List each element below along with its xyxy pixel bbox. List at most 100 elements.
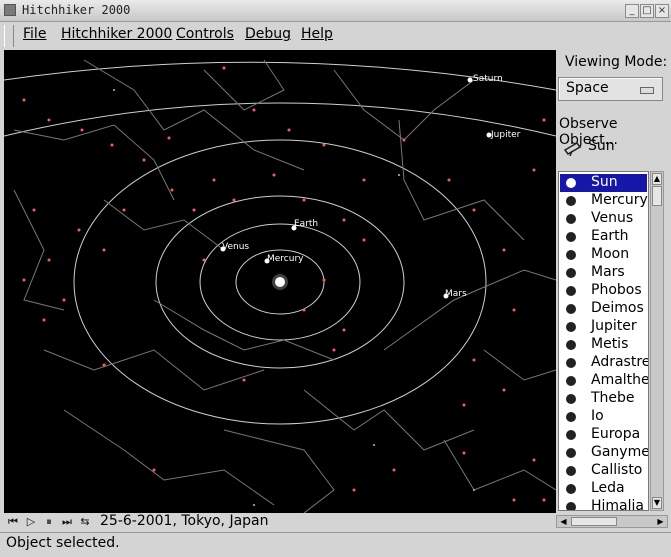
scroll-right-arrow-icon[interactable]: ▶ bbox=[655, 517, 666, 526]
maximize-button[interactable]: □ bbox=[640, 4, 654, 18]
planet-bullet-icon bbox=[566, 214, 576, 224]
observe-object-value: Sun bbox=[588, 138, 615, 154]
list-item-label: Himalia bbox=[591, 498, 644, 511]
time-scrollbar-thumb[interactable] bbox=[571, 517, 617, 526]
label-venus: Venus bbox=[222, 242, 249, 252]
planet-bullet-icon bbox=[566, 502, 576, 510]
list-item[interactable]: Sun bbox=[560, 174, 647, 192]
list-item[interactable]: Metis bbox=[560, 336, 647, 354]
list-item-label: Earth bbox=[591, 228, 629, 244]
list-item[interactable]: Mars bbox=[560, 264, 647, 282]
planet-bullet-icon bbox=[566, 340, 576, 350]
planet-bullet-icon bbox=[566, 232, 576, 242]
label-earth: Earth bbox=[294, 219, 318, 229]
play-icon[interactable]: ▷ bbox=[24, 515, 38, 529]
object-list[interactable]: Sun Mercury Venus Earth Moon Mars Phobos Deimos… bbox=[558, 171, 649, 511]
skip-forward-icon[interactable]: ⏭ bbox=[60, 515, 74, 529]
menubar-grip bbox=[4, 25, 14, 47]
list-item[interactable]: Himalia bbox=[560, 498, 647, 511]
object-list-scrollbar[interactable]: ▲ ▼ bbox=[650, 171, 664, 511]
menu-file[interactable]: File bbox=[23, 26, 46, 42]
skip-back-icon[interactable]: ⏮ bbox=[6, 515, 20, 529]
list-item-label: Mars bbox=[591, 264, 625, 280]
reverse-icon[interactable]: ⇆ bbox=[78, 515, 92, 529]
list-item[interactable]: Deimos bbox=[560, 300, 647, 318]
close-button[interactable]: × bbox=[655, 4, 669, 18]
date-location: 25-6-2001, Tokyo, Japan bbox=[100, 513, 269, 529]
title-bar: Hitchhiker 2000 _ □ × bbox=[0, 0, 671, 22]
menu-help[interactable]: Help bbox=[301, 26, 333, 42]
list-item[interactable]: Amalthea bbox=[560, 372, 649, 390]
list-item-label: Callisto bbox=[591, 462, 643, 478]
planet-bullet-icon bbox=[566, 304, 576, 314]
list-item-label: Deimos bbox=[591, 300, 644, 316]
planet-bullet-icon bbox=[566, 430, 576, 440]
list-item[interactable]: Adrastrea bbox=[560, 354, 648, 372]
window-title: Hitchhiker 2000 bbox=[22, 3, 131, 17]
label-mercury: Mercury bbox=[267, 254, 304, 264]
list-item-label: Thebe bbox=[591, 390, 635, 406]
planet-bullet-icon bbox=[566, 376, 576, 386]
list-item-label: Venus bbox=[591, 210, 634, 226]
scroll-left-arrow-icon[interactable]: ◀ bbox=[558, 517, 569, 526]
list-item[interactable]: Earth bbox=[560, 228, 647, 246]
list-item[interactable]: Callisto bbox=[560, 462, 647, 480]
planet-bullet-icon bbox=[566, 196, 576, 206]
viewing-mode-select[interactable]: Space bbox=[558, 77, 663, 101]
option-menu-indicator-icon bbox=[640, 87, 654, 94]
minimize-button[interactable]: _ bbox=[625, 4, 639, 18]
orbit-jupiter bbox=[4, 102, 556, 137]
list-item[interactable]: Thebe bbox=[560, 390, 647, 408]
planet-bullet-icon bbox=[566, 412, 576, 422]
status-text: Object selected. bbox=[6, 535, 120, 551]
list-item[interactable]: Io bbox=[560, 408, 647, 426]
planet-bullet-icon bbox=[566, 268, 576, 278]
menu-bar: File Hitchhiker 2000 Controls Debug Help bbox=[0, 22, 671, 50]
star-map[interactable]: Saturn Jupiter Earth Venus Mercury Mars bbox=[4, 50, 556, 513]
side-panel: Viewing Mode: Space Observe Object... Su… bbox=[557, 50, 671, 513]
list-item[interactable]: Jupiter bbox=[560, 318, 647, 336]
planet-bullet-icon bbox=[566, 250, 576, 260]
time-bar: ⏮ ▷ ⏸ ⏭ ⇆ 25-6-2001, Tokyo, Japan ◀ ▶ bbox=[0, 513, 671, 532]
list-item[interactable]: Venus bbox=[560, 210, 647, 228]
saturn-marker bbox=[467, 77, 473, 83]
pause-icon[interactable]: ⏸ bbox=[42, 515, 56, 529]
list-item[interactable]: Moon bbox=[560, 246, 647, 264]
planet-bullet-icon bbox=[566, 484, 576, 494]
viewing-mode-label: Viewing Mode: bbox=[565, 54, 668, 70]
list-item[interactable]: Ganymede bbox=[560, 444, 649, 462]
list-item-label: Ganymede bbox=[591, 444, 649, 460]
planet-bullet-icon bbox=[566, 466, 576, 476]
label-saturn: Saturn bbox=[473, 74, 503, 84]
app-icon[interactable] bbox=[4, 4, 16, 16]
list-item[interactable]: Phobos bbox=[560, 282, 647, 300]
list-item-label: Adrastrea bbox=[591, 354, 648, 370]
list-item-label: Amalthea bbox=[591, 372, 649, 388]
list-item-label: Sun bbox=[591, 174, 618, 190]
time-scrollbar[interactable]: ◀ ▶ bbox=[556, 515, 668, 528]
scroll-down-arrow-icon[interactable]: ▼ bbox=[652, 497, 662, 509]
list-item-label: Moon bbox=[591, 246, 630, 262]
label-mars: Mars bbox=[445, 289, 467, 299]
list-item-label: Leda bbox=[591, 480, 625, 496]
planet-bullet-icon bbox=[566, 394, 576, 404]
space-view[interactable]: Saturn Jupiter Earth Venus Mercury Mars bbox=[4, 50, 556, 513]
planet-bullet-icon bbox=[566, 322, 576, 332]
menu-debug[interactable]: Debug bbox=[245, 26, 291, 42]
list-item[interactable]: Mercury bbox=[560, 192, 648, 210]
list-item-label: Io bbox=[591, 408, 604, 424]
label-jupiter: Jupiter bbox=[490, 130, 521, 140]
planet-bullet-icon bbox=[566, 448, 576, 458]
list-item-label: Metis bbox=[591, 336, 629, 352]
menu-hitchhiker[interactable]: Hitchhiker 2000 bbox=[61, 26, 172, 42]
list-item-label: Phobos bbox=[591, 282, 642, 298]
scrollbar-thumb[interactable] bbox=[652, 186, 662, 206]
list-item[interactable]: Leda bbox=[560, 480, 647, 498]
list-item-label: Jupiter bbox=[591, 318, 637, 334]
viewing-mode-value: Space bbox=[566, 80, 609, 96]
menu-controls[interactable]: Controls bbox=[176, 26, 234, 42]
scroll-up-arrow-icon[interactable]: ▲ bbox=[652, 173, 662, 185]
list-item[interactable]: Europa bbox=[560, 426, 647, 444]
list-item-label: Mercury bbox=[591, 192, 648, 208]
status-bar: Object selected. bbox=[0, 532, 671, 557]
